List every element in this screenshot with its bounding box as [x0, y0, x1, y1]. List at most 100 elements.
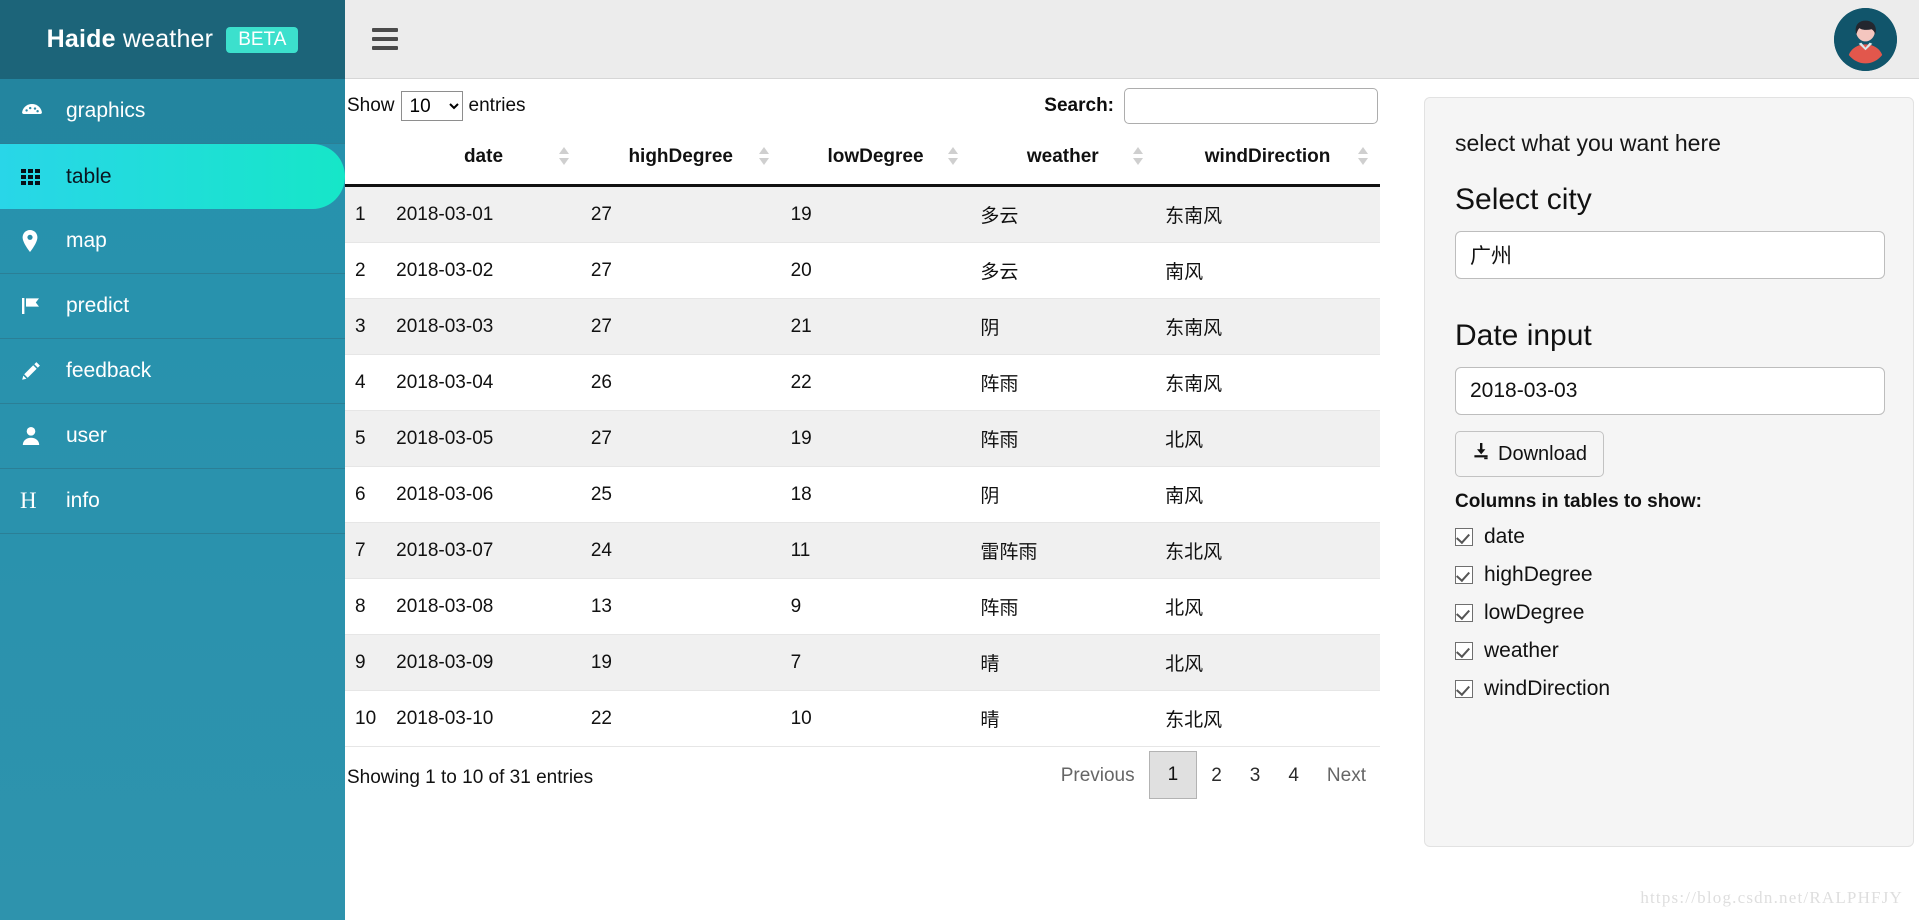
column-header-date[interactable]: date	[386, 132, 581, 187]
table-cell-lowdegree: 22	[780, 354, 971, 411]
column-checkbox-lowdegree[interactable]: lowDegree	[1455, 601, 1883, 625]
sidebar-item-map[interactable]: map	[0, 209, 345, 274]
table-cell-weather: 多云	[970, 185, 1156, 243]
download-button[interactable]: Download	[1455, 431, 1604, 477]
checkbox-icon[interactable]	[1455, 566, 1473, 584]
pagination-page-2[interactable]: 2	[1197, 755, 1236, 799]
weather-table: date highDegree lowDegree weather windDi…	[345, 132, 1380, 747]
table-cell-winddirection: 南风	[1155, 242, 1380, 299]
column-checkbox-date[interactable]: date	[1455, 525, 1883, 549]
table-cell-winddirection: 东南风	[1155, 354, 1380, 411]
column-header-winddirection[interactable]: windDirection	[1155, 132, 1380, 187]
table-row[interactable]: 8 2018-03-08 13 9 阵雨 北风	[345, 578, 1380, 635]
table-row[interactable]: 6 2018-03-06 25 18 阴南风	[345, 466, 1380, 523]
sidebar-item-label: feedback	[66, 359, 152, 382]
table-cell-winddirection: 北风	[1155, 410, 1380, 467]
sidebar-item-graphics[interactable]: graphics	[0, 79, 345, 144]
table-head: date highDegree lowDegree weather windDi…	[345, 132, 1380, 187]
date-input[interactable]	[1455, 367, 1885, 415]
hamburger-bar	[372, 28, 398, 32]
checkbox-label: weather	[1484, 639, 1559, 662]
table-cell-lowdegree: 11	[780, 522, 971, 579]
checkbox-icon[interactable]	[1455, 680, 1473, 698]
user-icon	[20, 425, 62, 447]
city-select-value: 广州	[1470, 245, 1512, 268]
table-cell-index: 8	[345, 578, 387, 635]
table-cell-index: 10	[345, 690, 387, 747]
search-control: Search:	[1044, 88, 1378, 124]
letter-h-icon: H	[20, 488, 37, 513]
city-select[interactable]: 广州	[1455, 231, 1885, 279]
sidebar-item-label: graphics	[66, 99, 146, 122]
sidebar: Haide weather BETA graphics table map pr…	[0, 0, 345, 920]
table-cell-highdegree: 13	[580, 578, 781, 635]
table-cell-winddirection: 南风	[1155, 466, 1380, 523]
table-cell-lowdegree: 21	[780, 298, 971, 355]
pagination-next[interactable]: Next	[1313, 755, 1380, 799]
table-cell-index: 1	[345, 185, 387, 243]
table-cell-lowdegree: 19	[780, 185, 971, 243]
flag-icon	[20, 295, 62, 317]
avatar-icon	[1834, 8, 1897, 71]
sidebar-item-user[interactable]: user	[0, 404, 345, 469]
brand-title-bold: Haide	[46, 25, 116, 53]
table-cell-winddirection: 东北风	[1155, 690, 1380, 747]
column-header-index	[345, 132, 387, 187]
table-cell-weather: 阵雨	[970, 410, 1156, 467]
checkbox-label: highDegree	[1484, 563, 1593, 586]
page-length-select[interactable]: 102550100	[400, 91, 463, 121]
column-header-highdegree[interactable]: highDegree	[580, 132, 781, 187]
column-checkbox-winddirection[interactable]: windDirection	[1455, 677, 1883, 701]
table-cell-lowdegree: 18	[780, 466, 971, 523]
sidebar-item-label: user	[66, 424, 107, 447]
checkbox-icon[interactable]	[1455, 642, 1473, 660]
column-header-label: lowDegree	[827, 146, 924, 167]
sidebar-item-predict[interactable]: predict	[0, 274, 345, 339]
pagination-page-3[interactable]: 3	[1236, 755, 1275, 799]
table-row[interactable]: 1 2018-03-01 27 19 多云 东南风	[345, 185, 1380, 243]
table-cell-winddirection: 北风	[1155, 578, 1380, 635]
sort-arrows-icon	[1358, 147, 1368, 169]
table-row[interactable]: 10 2018-03-10 22 10 晴东北风	[345, 690, 1380, 747]
table-cell-winddirection: 东北风	[1155, 522, 1380, 579]
checkbox-icon[interactable]	[1455, 604, 1473, 622]
column-checkbox-weather[interactable]: weather	[1455, 639, 1883, 663]
map-pin-icon	[20, 229, 62, 253]
table-cell-date: 2018-03-02	[386, 242, 581, 299]
avatar[interactable]	[1834, 8, 1897, 71]
pagination-page-4[interactable]: 4	[1274, 755, 1313, 799]
table-footer: Showing 1 to 10 of 31 entries Previous 1 2…	[345, 747, 1380, 809]
table-cell-highdegree: 27	[580, 185, 781, 243]
sidebar-item-feedback[interactable]: feedback	[0, 339, 345, 404]
table-row[interactable]: 4 2018-03-04 26 22 阵雨 东南风	[345, 354, 1380, 411]
date-input-title: Date input	[1455, 319, 1592, 352]
table-row[interactable]: 3 2018-03-03 27 21 阴东南风	[345, 298, 1380, 355]
sidebar-item-table[interactable]: table	[0, 144, 345, 209]
pagination-previous[interactable]: Previous	[1047, 755, 1149, 799]
table-cell-date: 2018-03-08	[386, 578, 581, 635]
table-row[interactable]: 2 2018-03-02 27 20 多云 南风	[345, 242, 1380, 299]
table-cell-highdegree: 27	[580, 298, 781, 355]
hamburger-icon[interactable]	[372, 28, 398, 50]
pagination-page-1[interactable]: 1	[1148, 751, 1198, 799]
table-cell-date: 2018-03-10	[386, 690, 581, 747]
table-info: Showing 1 to 10 of 31 entries	[347, 767, 594, 788]
table-row[interactable]: 5 2018-03-05 27 19 阵雨 北风	[345, 410, 1380, 467]
table-row[interactable]: 9 2018-03-09 19 7 晴北风	[345, 634, 1380, 691]
table-cell-highdegree: 25	[580, 466, 781, 523]
brand-title: Haide weather	[47, 25, 214, 54]
sort-arrows-icon	[758, 147, 769, 169]
table-row[interactable]: 7 2018-03-07 24 11 雷阵雨 东北风	[345, 522, 1380, 579]
table-cell-highdegree: 26	[580, 354, 781, 411]
table-cell-index: 6	[345, 466, 387, 523]
search-input[interactable]	[1124, 88, 1378, 124]
sidebar-item-label: info	[66, 489, 100, 512]
table-cell-index: 9	[345, 634, 387, 691]
column-header-lowdegree[interactable]: lowDegree	[780, 132, 971, 187]
column-header-weather[interactable]: weather	[970, 132, 1156, 187]
checkbox-icon[interactable]	[1455, 528, 1473, 546]
column-checkbox-highdegree[interactable]: highDegree	[1455, 563, 1883, 587]
sidebar-item-info[interactable]: H info	[0, 469, 345, 534]
table-cell-highdegree: 24	[580, 522, 781, 579]
checkbox-label: windDirection	[1484, 677, 1611, 700]
